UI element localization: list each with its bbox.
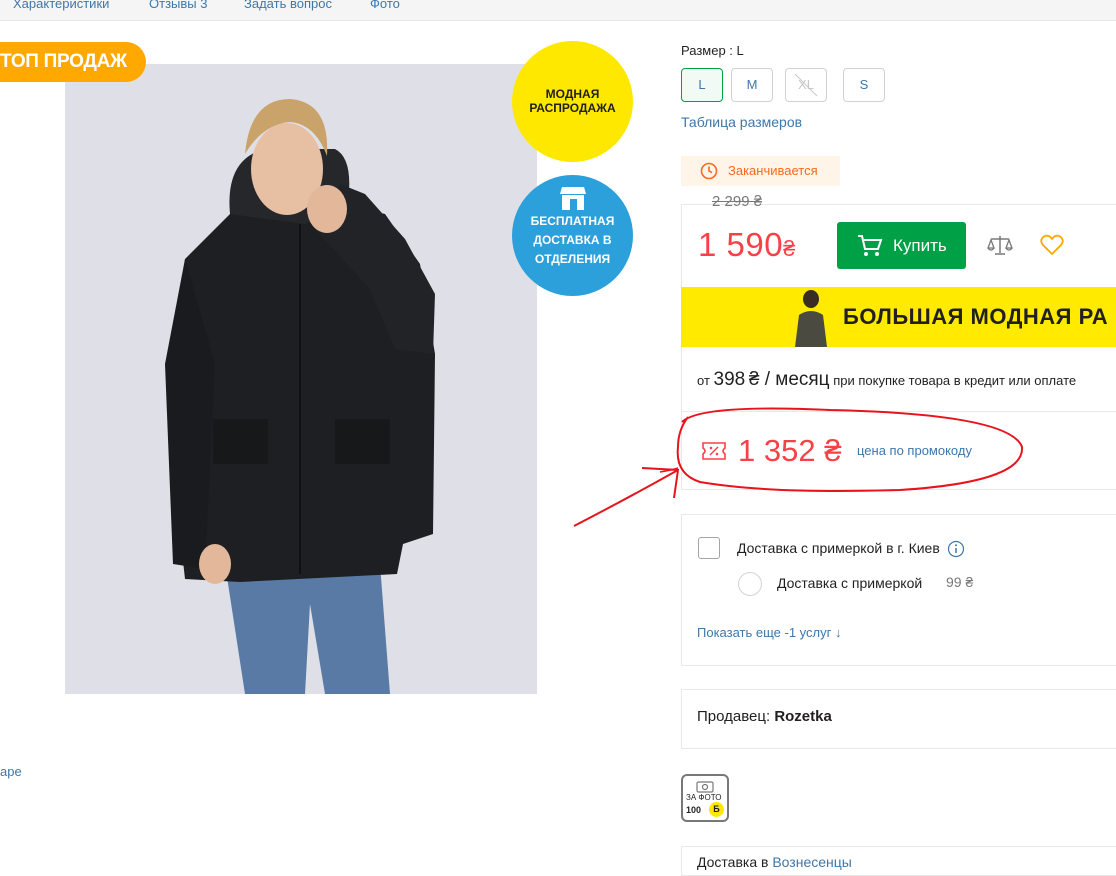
clock-icon xyxy=(700,162,718,180)
size-chart-link[interactable]: Таблица размеров xyxy=(681,114,802,130)
top-sales-badge: ТОП ПРОДАЖ xyxy=(0,42,146,82)
fashion-sale-banner[interactable]: БОЛЬШАЯ МОДНАЯ РА xyxy=(681,287,1116,347)
unavailable-strike-icon xyxy=(794,73,818,97)
compare-link-partial[interactable]: аре xyxy=(0,764,22,779)
info-icon[interactable] xyxy=(947,540,965,558)
tab-ask-question[interactable]: Задать вопрос xyxy=(244,0,332,11)
sale-badge-line2: РАСПРОДАЖА xyxy=(529,101,616,115)
buy-button-label: Купить xyxy=(893,236,947,255)
fashion-sale-badge: МОДНАЯ РАСПРОДАЖА xyxy=(512,41,633,162)
heart-icon xyxy=(1040,234,1064,256)
tab-characteristics[interactable]: Характеристики xyxy=(13,0,109,11)
delivery-option-price: 99 ₴ xyxy=(946,574,974,590)
product-tabs-bar: Характеристики Отзывы 3 Задать вопрос Фо… xyxy=(0,0,1116,21)
photo-bonus-line1: ЗА ФОТО xyxy=(686,793,722,802)
size-title: Размер : L xyxy=(681,43,744,58)
current-price-value: 1 590 xyxy=(698,226,784,263)
delivery-option-radio[interactable] xyxy=(738,572,762,596)
camera-icon xyxy=(696,781,714,793)
size-option-s[interactable]: S xyxy=(843,68,885,102)
ending-soon-label: Заканчивается xyxy=(728,163,818,178)
size-option-m[interactable]: M xyxy=(731,68,773,102)
photo-review-bonus-badge[interactable]: ЗА ФОТО 100 Б xyxy=(681,774,729,822)
shop-icon xyxy=(559,187,586,210)
delivery-fitting-label: Доставка с примеркой в г. Киев xyxy=(737,540,940,556)
delivery-location: Доставка в Вознесенцы xyxy=(697,854,852,870)
bonus-currency-badge: Б xyxy=(709,802,724,817)
photo-bonus-points: 100 xyxy=(686,805,702,815)
size-option-xl[interactable]: XL xyxy=(785,68,827,102)
compare-button[interactable] xyxy=(986,233,1014,257)
delivery-option-label: Доставка с примеркой xyxy=(777,575,923,591)
delivery-city-link[interactable]: Вознесенцы xyxy=(772,854,852,870)
delivery-location-label: Доставка в xyxy=(697,854,769,870)
ending-soon-badge: Заканчивается xyxy=(681,156,840,186)
banner-text: БОЛЬШАЯ МОДНАЯ РА xyxy=(843,304,1109,329)
current-price: 1 590₴ xyxy=(698,226,796,264)
wishlist-button[interactable] xyxy=(1040,234,1064,256)
cart-icon xyxy=(858,235,883,256)
buy-button[interactable]: Купить xyxy=(837,222,966,269)
size-option-l[interactable]: L xyxy=(681,68,723,102)
seller-label: Продавец: xyxy=(697,708,771,725)
credit-suffix: при покупке товара в кредит или оплате xyxy=(833,373,1077,388)
product-photo[interactable] xyxy=(65,64,537,694)
ship-badge-line2: ДОСТАВКА В xyxy=(533,233,612,247)
sale-badge-line1: МОДНАЯ xyxy=(545,87,600,101)
credit-prefix: от xyxy=(697,373,710,388)
ship-badge-line1: БЕСПЛАТНАЯ xyxy=(530,214,615,228)
jacket-model-image xyxy=(65,64,537,694)
credit-unit: ₴ / месяц xyxy=(748,369,830,390)
old-price: 2 299 ₴ xyxy=(712,193,763,210)
seller-info: Продавец: Rozetka xyxy=(697,708,832,725)
credit-offer[interactable]: от 398 ₴ / месяц при покупке товара в кр… xyxy=(697,369,1076,391)
show-more-services-link[interactable]: Показать еще -1 услуг ↓ xyxy=(697,625,841,640)
free-shipping-badge: БЕСПЛАТНАЯ ДОСТАВКА В ОТДЕЛЕНИЯ xyxy=(512,175,633,296)
credit-amount: 398 xyxy=(713,369,746,390)
tab-reviews[interactable]: Отзывы 3 xyxy=(149,0,207,11)
delivery-fitting-checkbox[interactable] xyxy=(698,537,720,559)
scales-icon xyxy=(987,236,1013,255)
current-price-currency: ₴ xyxy=(783,236,796,261)
ship-badge-line3: ОТДЕЛЕНИЯ xyxy=(534,252,611,266)
seller-name: Rozetka xyxy=(774,708,832,725)
banner-person-image xyxy=(795,290,827,347)
tab-photos[interactable]: Фото xyxy=(370,0,400,11)
